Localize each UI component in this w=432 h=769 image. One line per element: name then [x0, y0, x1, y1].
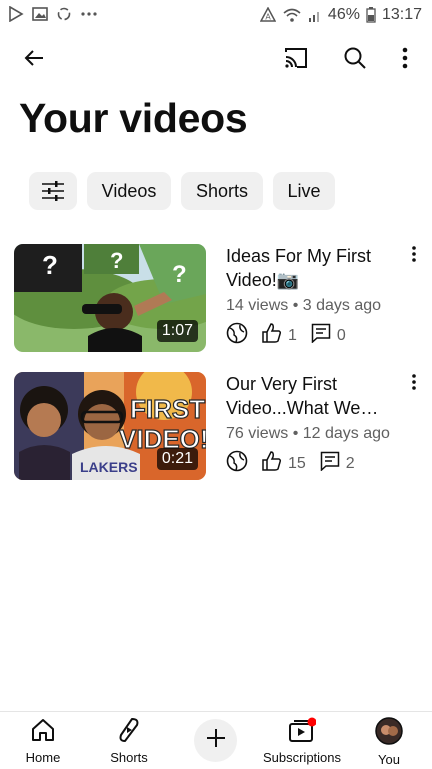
video-stats: 1 0 [226, 322, 402, 349]
svg-text:?: ? [42, 250, 58, 280]
visibility-public [226, 322, 248, 349]
comment-icon [320, 451, 340, 476]
chip-shorts[interactable]: Shorts [181, 172, 263, 210]
video-thumbnail[interactable]: LAKERS FIRST VIDEO!! 0:21 [14, 372, 206, 480]
video-more-menu-icon[interactable] [404, 374, 424, 394]
globe-icon [226, 322, 248, 349]
nav-shorts[interactable]: Shorts [86, 717, 172, 765]
like-count: 15 [262, 451, 306, 476]
chip-live[interactable]: Live [273, 172, 335, 210]
cast-icon[interactable] [276, 38, 316, 78]
home-icon [30, 717, 56, 746]
avatar [375, 717, 403, 748]
alert-icon: A [259, 7, 276, 23]
video-duration: 0:21 [156, 448, 198, 470]
video-duration: 1:07 [156, 320, 198, 342]
nav-you-label: You [378, 752, 400, 767]
nav-shorts-label: Shorts [110, 750, 148, 765]
clock: 13:17 [381, 6, 422, 23]
thumbs-up-icon [262, 323, 282, 348]
comment-count: 2 [320, 451, 355, 476]
svg-text:?: ? [110, 248, 123, 273]
search-icon[interactable] [335, 38, 375, 78]
page-title: Your videos [19, 95, 248, 141]
more-dots-icon [80, 11, 98, 17]
chip-videos[interactable]: Videos [87, 172, 171, 210]
play-store-icon [8, 6, 24, 22]
like-count-value: 15 [288, 454, 306, 472]
back-arrow-icon[interactable] [14, 38, 54, 78]
like-count-value: 1 [288, 326, 297, 344]
bottom-navigation: Home Shorts Subscriptions You [0, 711, 432, 769]
video-item[interactable]: ? ? ? 1:07 Ideas For My First Video!📷 14… [14, 244, 424, 352]
globe-icon [226, 450, 248, 477]
comment-count-value: 0 [336, 326, 346, 344]
shorts-icon [116, 717, 142, 746]
thumbs-up-icon [262, 451, 282, 476]
signal-icon [308, 8, 322, 22]
nav-home-label: Home [25, 750, 61, 765]
thumbnail-text-line1: FIRST [130, 394, 205, 424]
battery-percent: 46% [327, 6, 360, 23]
gallery-icon [32, 6, 48, 22]
visibility-public [226, 450, 248, 477]
filter-chips: Videos Shorts Live [29, 172, 335, 210]
comment-icon [311, 323, 331, 348]
subscriptions-icon [288, 717, 317, 746]
video-meta: 14 views • 3 days ago [226, 297, 382, 314]
app-bar [0, 36, 432, 80]
svg-text:A: A [265, 13, 271, 22]
battery-icon [366, 7, 376, 23]
status-bar: A 46% 13:17 [0, 0, 432, 32]
video-thumbnail[interactable]: ? ? ? 1:07 [14, 244, 206, 352]
comment-count: 0 [311, 323, 346, 348]
video-more-menu-icon[interactable] [404, 246, 424, 266]
plus-icon [205, 727, 227, 754]
video-stats: 15 2 [226, 450, 402, 477]
comment-count-value: 2 [345, 454, 355, 472]
create-button[interactable] [194, 719, 237, 762]
video-title[interactable]: Ideas For My First Video!📷 [226, 244, 402, 292]
overflow-menu-icon[interactable] [385, 38, 425, 78]
wifi-icon [282, 7, 302, 23]
nav-subscriptions-label: Subscriptions [262, 750, 342, 765]
nav-you[interactable]: You [346, 717, 432, 767]
like-count: 1 [262, 323, 297, 348]
sync-icon [56, 6, 72, 22]
video-meta: 76 views • 12 days ago [226, 425, 390, 442]
svg-text:?: ? [172, 261, 187, 288]
nav-subscriptions[interactable]: Subscriptions [259, 717, 345, 765]
video-title[interactable]: Our Very First Video...What We Ha... [226, 372, 402, 420]
video-item[interactable]: LAKERS FIRST VIDEO!! 0:21 Our Very First… [14, 372, 424, 480]
jersey-text: LAKERS [80, 459, 138, 475]
nav-home[interactable]: Home [0, 717, 86, 765]
filter-sliders-icon[interactable] [29, 172, 77, 210]
